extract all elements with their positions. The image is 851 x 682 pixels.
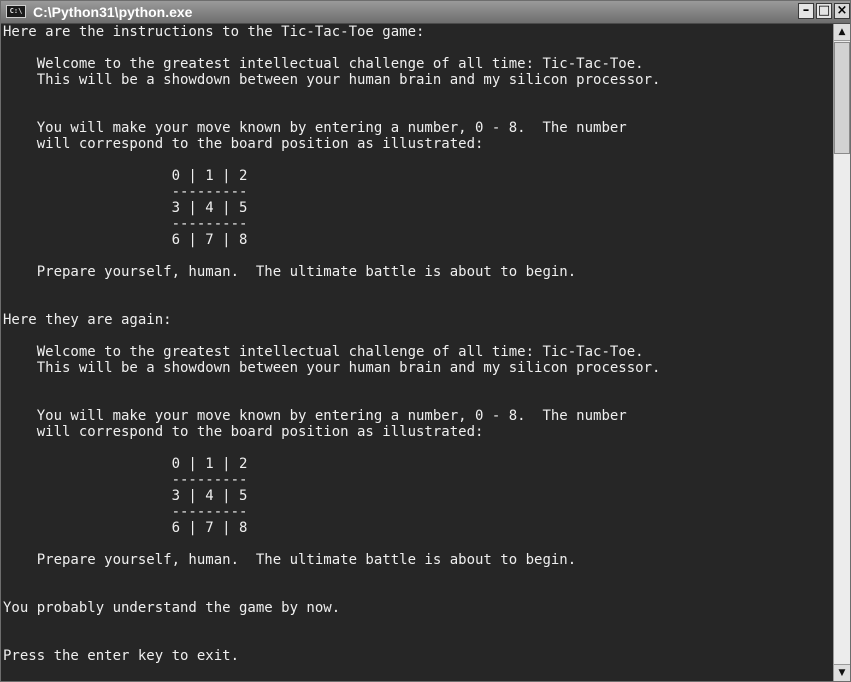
console-line: You will make your move known by enterin…: [3, 408, 627, 424]
scroll-up-button[interactable]: ▲: [834, 24, 850, 41]
console-line: Press the enter key to exit.: [3, 648, 240, 664]
console-line: ---------: [3, 216, 248, 232]
minimize-button[interactable]: –: [798, 3, 814, 19]
close-button[interactable]: ×: [834, 3, 850, 19]
console-line: 3 | 4 | 5: [3, 488, 248, 504]
console-line: 6 | 7 | 8: [3, 232, 248, 248]
console-app-icon[interactable]: C:\: [6, 5, 26, 18]
console-line: You will make your move known by enterin…: [3, 120, 627, 136]
scroll-down-button[interactable]: ▼: [834, 664, 850, 681]
console-line: 6 | 7 | 8: [3, 520, 248, 536]
console-line: Welcome to the greatest intellectual cha…: [3, 344, 644, 360]
window-title: C:\Python31\python.exe: [33, 4, 193, 20]
console-line: 0 | 1 | 2: [3, 456, 248, 472]
scrollbar-thumb[interactable]: [834, 42, 850, 154]
console-line: This will be a showdown between your hum…: [3, 72, 661, 88]
console-line: 3 | 4 | 5: [3, 200, 248, 216]
console-line: will correspond to the board position as…: [3, 136, 484, 152]
console-line: will correspond to the board position as…: [3, 424, 484, 440]
console-line: ---------: [3, 472, 248, 488]
console-line: Prepare yourself, human. The ultimate ba…: [3, 264, 577, 280]
console-line: You probably understand the game by now.: [3, 600, 341, 616]
console-line: Here are the instructions to the Tic-Tac…: [3, 24, 425, 40]
console-line: Here they are again:: [3, 312, 172, 328]
vertical-scrollbar[interactable]: ▲ ▼: [833, 24, 850, 681]
console-line: Prepare yourself, human. The ultimate ba…: [3, 552, 577, 568]
console-line: ---------: [3, 504, 248, 520]
maximize-button[interactable]: □: [816, 3, 832, 19]
console-line: 0 | 1 | 2: [3, 168, 248, 184]
console-text: Here are the instructions to the Tic-Tac…: [1, 24, 833, 664]
title-bar[interactable]: C:\ C:\Python31\python.exe – □ ×: [1, 1, 850, 24]
console-output[interactable]: Here are the instructions to the Tic-Tac…: [1, 24, 833, 681]
console-line: ---------: [3, 184, 248, 200]
console-line: Welcome to the greatest intellectual cha…: [3, 56, 644, 72]
console-window: C:\ C:\Python31\python.exe – □ × Here ar…: [0, 0, 851, 682]
console-line: This will be a showdown between your hum…: [3, 360, 661, 376]
